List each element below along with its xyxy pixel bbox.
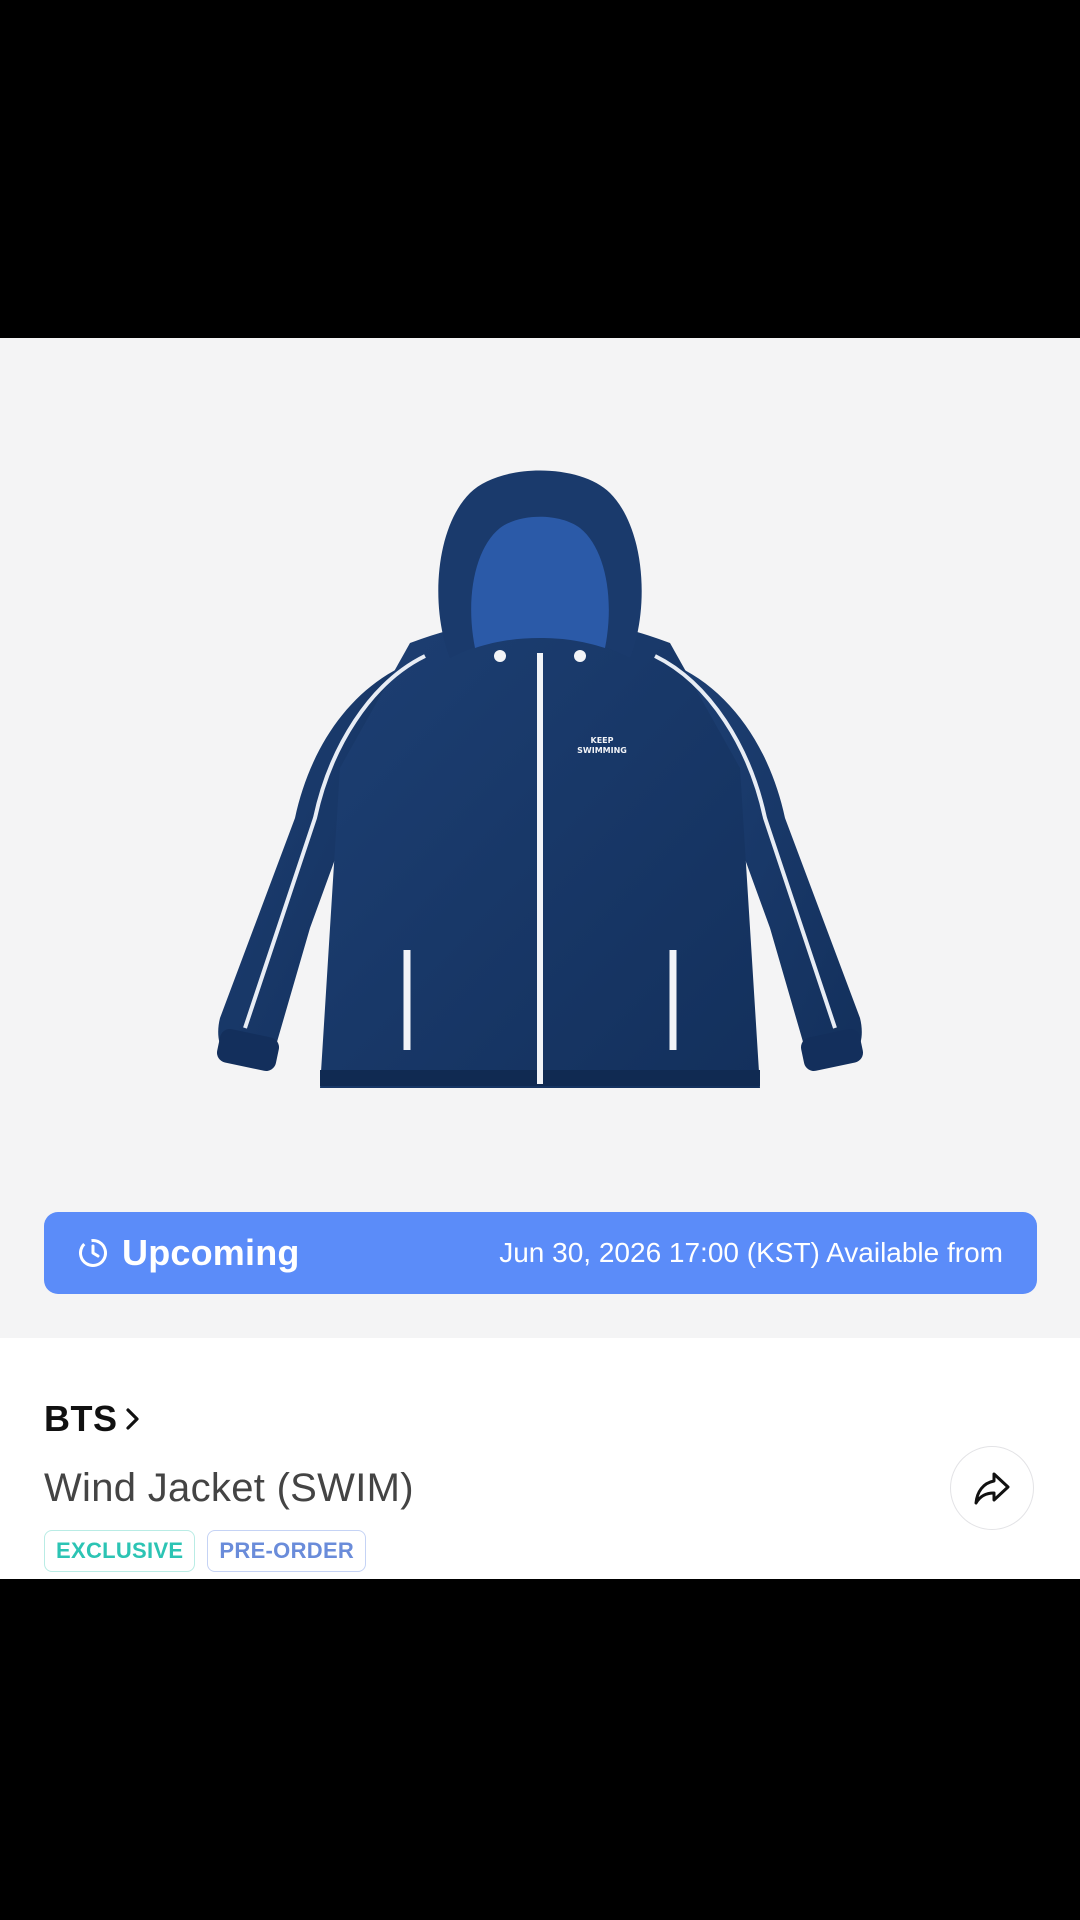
artist-link[interactable]: BTS — [44, 1398, 144, 1440]
exclusive-badge: EXCLUSIVE — [44, 1530, 196, 1572]
svg-text:SWIMMING: SWIMMING — [577, 746, 627, 755]
share-icon — [974, 1472, 1010, 1505]
upcoming-banner: Upcoming Jun 30, 2026 17:00 (KST) Availa… — [44, 1212, 1037, 1294]
product-title: Wind Jacket (SWIM) — [44, 1466, 414, 1510]
svg-text:KEEP: KEEP — [591, 736, 614, 745]
pre-order-badge: PRE-ORDER — [207, 1530, 367, 1572]
product-image[interactable]: KEEP SWIMMING — [200, 458, 880, 1108]
badge-list: EXCLUSIVE PRE-ORDER — [44, 1530, 367, 1572]
product-info: BTS Wind Jacket (SWIM) EXCLUSIVE PRE-ORD… — [0, 1338, 1080, 1579]
artist-name: BTS — [44, 1398, 118, 1439]
chevron-right-icon — [125, 1408, 139, 1430]
clock-icon — [79, 1239, 107, 1267]
upcoming-status-label: Upcoming — [122, 1232, 300, 1273]
share-button[interactable] — [950, 1446, 1034, 1530]
availability-date: Jun 30, 2026 17:00 (KST) Available from — [499, 1237, 1003, 1268]
letterbox-bottom — [0, 1579, 1080, 1920]
product-detail-screen: KEEP SWIMMING Upcoming Jun 30, 2026 17:0… — [0, 338, 1080, 1579]
letterbox-top — [0, 0, 1080, 338]
product-hero: KEEP SWIMMING Upcoming Jun 30, 2026 17:0… — [0, 338, 1080, 1338]
